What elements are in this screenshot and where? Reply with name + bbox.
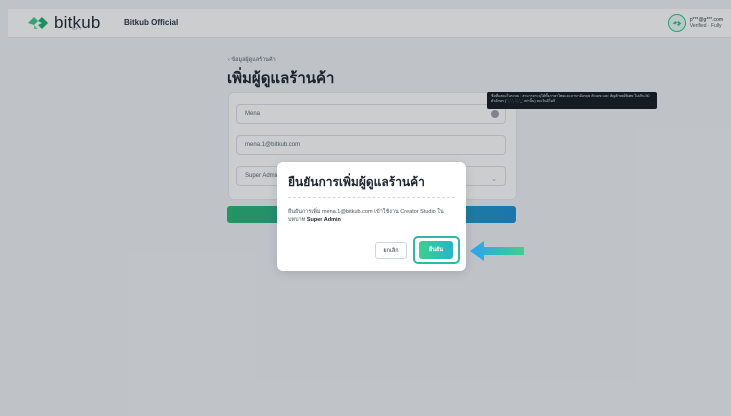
dialog-body-prefix: ยืนยันการเพิ่ม [288,209,321,215]
dialog-body-role: Super Admin [306,217,341,223]
dialog-divider [288,197,455,198]
confirm-button[interactable]: ยืนยัน [419,241,453,259]
dialog-body-email: mena.1@bitkub.com [322,209,373,215]
cancel-button[interactable]: ยกเลิก [375,242,407,259]
dialog-title: ยืนยันการเพิ่มผู้ดูแลร้านค้า [288,175,425,189]
confirm-dialog: ยืนยันการเพิ่มผู้ดูแลร้านค้า ยืนยันการเพ… [277,162,466,271]
pointer-arrow-icon [470,240,526,267]
dialog-message: ยืนยันการเพิ่ม mena.1@bitkub.com เข้าใช้… [288,208,458,224]
